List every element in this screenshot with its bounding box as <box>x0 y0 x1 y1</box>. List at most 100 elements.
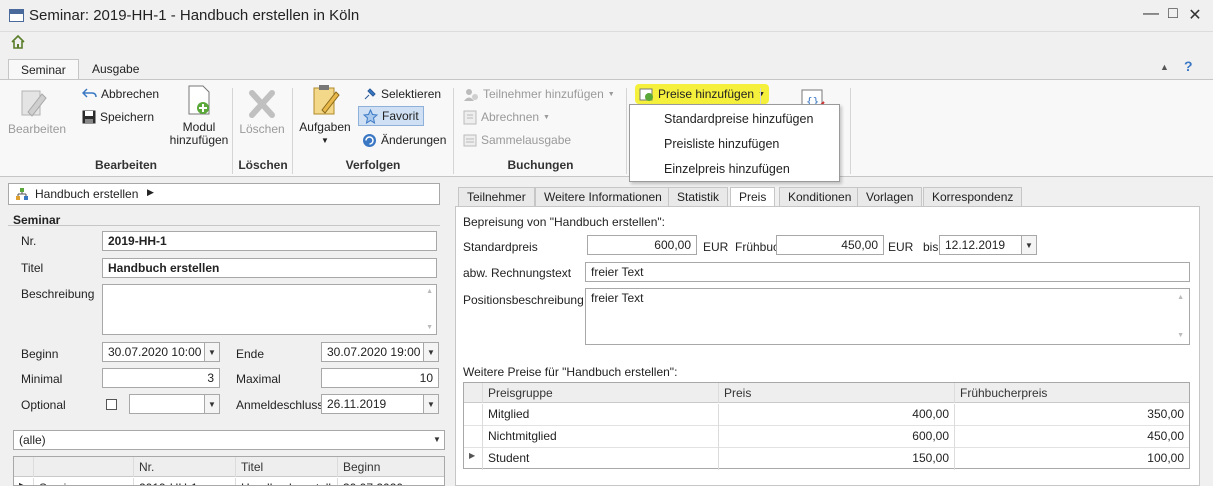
positionsbeschreibung-field[interactable]: freier Text ▲ ▼ <box>585 288 1190 345</box>
breadcrumb[interactable]: Handbuch erstellen ▶ <box>8 183 440 205</box>
pin-icon <box>364 87 376 99</box>
cell-fruehbucherpreis: 100,00 <box>1147 451 1184 465</box>
scroll-up-icon[interactable]: ▲ <box>426 288 433 295</box>
sammelausgabe-button[interactable]: Sammelausgabe <box>463 130 571 150</box>
grid-header-beginn[interactable]: Beginn <box>338 457 444 477</box>
optional-checkbox[interactable] <box>106 399 117 410</box>
abrechnen-button[interactable]: Abrechnen ▼ <box>463 107 550 127</box>
divider <box>8 225 440 226</box>
positionsbeschreibung-value: freier Text <box>591 291 644 305</box>
cell-preis: 400,00 <box>719 404 955 426</box>
row-expand-icon[interactable]: ▶ <box>14 478 34 485</box>
ribbon-separator <box>626 88 627 174</box>
table-row[interactable]: Mitglied 400,00 350,00 <box>464 404 1189 426</box>
scroll-down-icon[interactable]: ▼ <box>1177 332 1184 339</box>
speichern-button[interactable]: Speichern <box>82 107 154 127</box>
help-icon[interactable]: ? <box>1184 58 1193 74</box>
undo-arrow-icon <box>82 88 97 98</box>
beginn-label: Beginn <box>21 347 59 361</box>
row-indicator <box>464 404 483 426</box>
preise-hinzufuegen-button[interactable]: Preise hinzufügen ▼ <box>635 84 770 104</box>
tab-konditionen[interactable]: Konditionen <box>779 187 861 207</box>
tab-ausgabe[interactable]: Ausgabe <box>80 59 151 80</box>
rechnungstext-field[interactable]: freier Text <box>585 262 1190 282</box>
ende-label: Ende <box>236 347 265 361</box>
beschreibung-field[interactable]: ▲ ▼ <box>102 284 437 335</box>
breadcrumb-arrow-icon[interactable]: ▶ <box>147 187 154 198</box>
ribbon-tabs: Seminar Ausgabe ▲ ? <box>0 57 1213 80</box>
collapse-ribbon-icon[interactable]: ▲ <box>1160 62 1169 72</box>
aenderungen-button[interactable]: Änderungen <box>362 130 446 150</box>
home-icon[interactable] <box>10 34 26 50</box>
beschreibung-label: Beschreibung <box>21 287 95 301</box>
aufgaben-dropdown-icon: ▼ <box>321 136 329 145</box>
bearbeiten-button[interactable]: Bearbeiten <box>8 88 67 136</box>
nr-field[interactable]: 2019-HH-1 <box>102 231 437 251</box>
tab-teilnehmer[interactable]: Teilnehmer <box>458 187 535 207</box>
teilnehmer-hinzufuegen-button[interactable]: Teilnehmer hinzufügen ▼ <box>463 84 615 104</box>
minimize-button[interactable]: — <box>1141 5 1161 23</box>
modul-hinzufuegen-button[interactable]: Modul hinzufügen <box>168 84 230 147</box>
ende-field[interactable]: 30.07.2020 19:00 ▼ <box>321 342 439 362</box>
ende-dropdown-icon[interactable]: ▼ <box>423 343 438 361</box>
table-row[interactable]: Nichtmitglied 600,00 450,00 <box>464 426 1189 448</box>
grid-header-titel[interactable]: Titel <box>236 457 338 477</box>
close-button[interactable]: ✕ <box>1185 5 1205 25</box>
abbrechen-button[interactable]: Abbrechen <box>82 84 159 104</box>
scroll-down-icon[interactable]: ▼ <box>426 324 433 331</box>
changes-refresh-icon <box>363 133 376 147</box>
table-row[interactable]: ▶ Student 150,00 100,00 <box>464 448 1189 470</box>
tab-korrespondenz[interactable]: Korrespondenz <box>923 187 1023 207</box>
beginn-value: 30.07.2020 10:00 <box>108 345 202 359</box>
grid-header-nr[interactable]: Nr. <box>134 457 236 477</box>
menu-einzelpreis[interactable]: Einzelpreis hinzufügen <box>664 162 790 176</box>
anmeldeschluss-field[interactable]: 26.11.2019 ▼ <box>321 394 439 414</box>
grid-header-preisgruppe[interactable]: Preisgruppe <box>483 383 719 403</box>
optional-select[interactable]: ▼ <box>129 394 220 414</box>
cell-preis: 600,00 <box>719 426 955 448</box>
bis-date-dropdown-icon[interactable]: ▼ <box>1021 236 1036 254</box>
aufgaben-button[interactable]: Aufgaben ▼ <box>296 84 354 147</box>
minimal-field[interactable]: 3 <box>102 368 220 388</box>
tab-seminar[interactable]: Seminar <box>8 59 79 80</box>
tab-statistik[interactable]: Statistik <box>668 187 729 207</box>
current-row-arrow-icon: ▶ <box>464 448 483 470</box>
filter-select[interactable]: (alle) ▼ <box>13 430 445 450</box>
menu-standardpreise[interactable]: Standardpreise hinzufügen <box>664 112 813 126</box>
ribbon-separator <box>292 88 293 174</box>
standardpreis-field[interactable]: 600,00 <box>587 235 697 255</box>
grid-header-preis[interactable]: Preis <box>719 383 955 403</box>
fruehbucher-field[interactable]: 450,00 <box>776 235 884 255</box>
tab-vorlagen[interactable]: Vorlagen <box>857 187 923 207</box>
preise-grid: Preisgruppe Preis Frühbucherpreis Mitgli… <box>463 382 1190 470</box>
favorite-star-icon <box>363 108 378 124</box>
filter-dropdown-icon[interactable]: ▼ <box>429 431 444 449</box>
titel-field[interactable]: Handbuch erstellen <box>102 258 437 278</box>
maximal-field[interactable]: 10 <box>321 368 439 388</box>
grid-header: Preisgruppe Preis Frühbucherpreis <box>464 383 1189 403</box>
ende-value: 30.07.2020 19:00 <box>327 345 421 359</box>
delete-x-icon <box>249 90 275 118</box>
loeschen-button[interactable]: Löschen <box>236 88 288 136</box>
cell-preisgruppe: Nichtmitglied <box>483 426 719 448</box>
anmeldeschluss-dropdown-icon[interactable]: ▼ <box>423 395 438 413</box>
scroll-up-icon[interactable]: ▲ <box>1177 294 1184 301</box>
selektieren-button[interactable]: Selektieren <box>362 84 441 104</box>
abrechnen-label: Abrechnen <box>481 110 540 124</box>
grid-header-fruehbucherpreis[interactable]: Frühbucherpreis <box>955 383 1189 403</box>
maximize-button[interactable]: □ <box>1163 5 1183 23</box>
maximal-label: Maximal <box>236 372 281 386</box>
rechnungstext-label: abw. Rechnungstext <box>463 266 572 280</box>
beginn-dropdown-icon[interactable]: ▼ <box>204 343 219 361</box>
tab-weitere-informationen[interactable]: Weitere Informationen <box>535 187 671 207</box>
bearbeiten-label: Bearbeiten <box>8 122 67 136</box>
favorit-button[interactable]: Favorit <box>358 106 424 126</box>
preise-dropdown-menu: Standardpreise hinzufügen Preisliste hin… <box>629 104 840 182</box>
optional-dropdown-icon[interactable]: ▼ <box>204 395 219 413</box>
table-row[interactable]: ▶ Seminar 2019-HH-1 Handbuch erstellen 3… <box>14 478 444 485</box>
beginn-field[interactable]: 30.07.2020 10:00 ▼ <box>102 342 220 362</box>
menu-preisliste[interactable]: Preisliste hinzufügen <box>664 137 779 151</box>
tab-preis[interactable]: Preis <box>730 187 776 208</box>
bis-date-field[interactable]: 12.12.2019 ▼ <box>939 235 1037 255</box>
grid-header-spacer <box>14 457 34 477</box>
